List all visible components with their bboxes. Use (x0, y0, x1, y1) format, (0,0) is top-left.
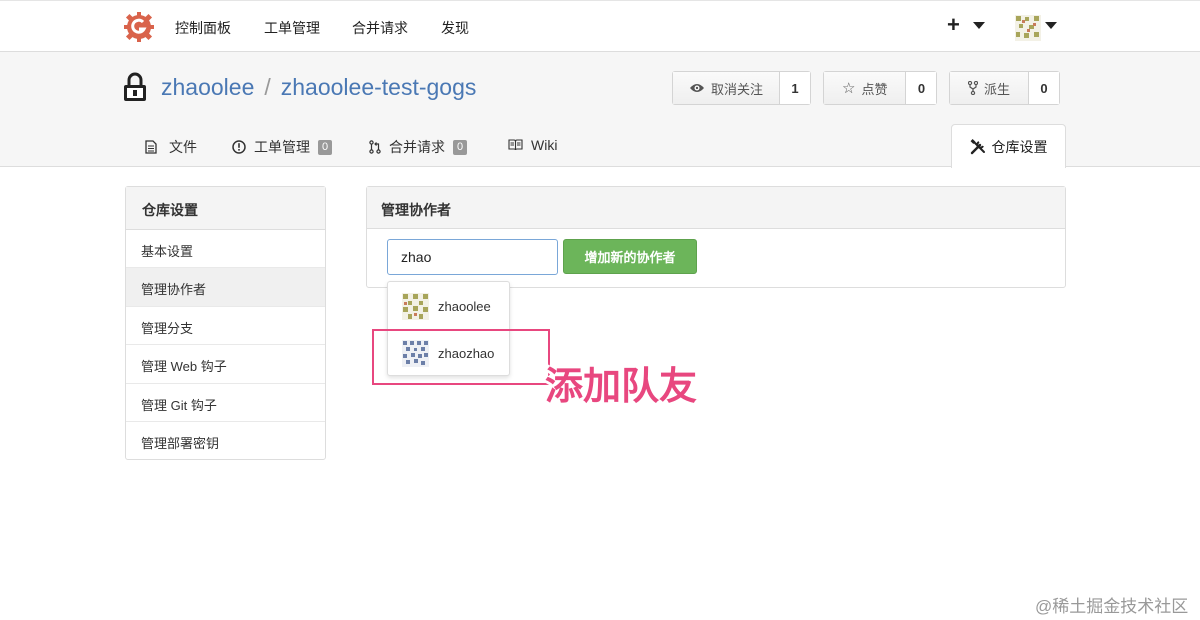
add-collaborator-button[interactable]: 增加新的协作者 (563, 239, 697, 274)
tab-files-label: 文件 (169, 139, 197, 155)
pulls-count-badge: 0 (453, 139, 468, 155)
pull-request-icon (369, 140, 381, 154)
tab-pulls-label: 合并请求 (389, 139, 445, 155)
eye-icon (690, 84, 704, 92)
fork-icon (968, 81, 978, 95)
settings-sidebar: 仓库设置 基本设置 管理协作者 管理分支 管理 Web 钩子 管理 Git 钩子… (125, 186, 326, 460)
unwatch-button[interactable]: 取消关注 (673, 72, 781, 104)
tab-wiki[interactable]: Wiki (508, 137, 557, 153)
star-button[interactable]: ☆ 点赞 (824, 72, 907, 104)
tab-files[interactable]: 文件 (145, 137, 197, 157)
tab-settings[interactable]: 仓库设置 (951, 124, 1066, 168)
nav-explore[interactable]: 发现 (441, 18, 469, 38)
collaborator-search-input[interactable] (387, 239, 558, 275)
lock-icon (124, 72, 146, 101)
tab-issues-label: 工单管理 (254, 139, 310, 155)
annotation-label: 添加队友 (545, 364, 698, 408)
tools-icon (970, 138, 985, 154)
star-icon: ☆ (842, 80, 856, 97)
fork-label: 派生 (984, 81, 1011, 97)
watch-count[interactable]: 1 (780, 72, 811, 104)
suggestion-avatar (402, 292, 429, 320)
tab-settings-label: 仓库设置 (991, 138, 1048, 155)
repo-title: zhaoolee / zhaoolee-test-gogs (161, 74, 476, 101)
create-caret-icon[interactable] (973, 22, 985, 29)
star-button-group: ☆ 点赞 0 (823, 71, 938, 105)
create-new-button[interactable]: + (947, 12, 960, 38)
top-navbar: 控制面板 工单管理 合并请求 发现 + (0, 0, 1200, 52)
tab-issues[interactable]: 工单管理 0 (232, 137, 333, 157)
nav-issues[interactable]: 工单管理 (264, 18, 320, 38)
watch-button-group: 取消关注 1 (672, 71, 812, 105)
sidebar-item-deploy-keys[interactable]: 管理部署密钥 (126, 422, 325, 460)
sidebar-item-branches[interactable]: 管理分支 (126, 307, 325, 346)
sidebar-item-collaborators[interactable]: 管理协作者 (126, 268, 325, 307)
book-icon (508, 139, 523, 151)
gogs-logo-icon[interactable] (124, 12, 154, 42)
repo-name-link[interactable]: zhaoolee-test-gogs (281, 74, 477, 100)
nav-dashboard[interactable]: 控制面板 (175, 18, 231, 38)
file-icon (145, 140, 157, 154)
unwatch-label: 取消关注 (711, 81, 764, 97)
fork-count[interactable]: 0 (1029, 72, 1060, 104)
sidebar-item-options[interactable]: 基本设置 (126, 230, 325, 269)
issues-count-badge: 0 (318, 139, 333, 155)
fork-button-group: 派生 0 (949, 71, 1061, 105)
repo-header: zhaoolee / zhaoolee-test-gogs 取消关注 1 ☆ 点赞 … (0, 52, 1200, 168)
star-label: 点赞 (861, 81, 888, 97)
sidebar-item-webhooks[interactable]: 管理 Web 钩子 (126, 345, 325, 384)
watermark: @稀土掘金技术社区 (1035, 597, 1189, 616)
annotation-highlight-box (372, 329, 550, 385)
user-avatar[interactable] (1015, 15, 1041, 41)
sidebar-item-git-hooks[interactable]: 管理 Git 钩子 (126, 384, 325, 422)
fork-button[interactable]: 派生 (950, 72, 1030, 104)
tab-pulls[interactable]: 合并请求 0 (369, 137, 468, 157)
nav-pulls[interactable]: 合并请求 (352, 18, 408, 38)
issue-opened-icon (232, 140, 246, 154)
star-count[interactable]: 0 (906, 72, 937, 104)
panel-title: 管理协作者 (367, 187, 1065, 229)
repo-owner-link[interactable]: zhaoolee (161, 74, 254, 100)
collaborators-panel: 管理协作者 增加新的协作者 (366, 186, 1066, 288)
user-menu-caret-icon[interactable] (1045, 22, 1057, 29)
suggestion-username: zhaoolee (438, 298, 491, 314)
suggestion-item[interactable]: zhaoolee (388, 283, 509, 329)
sidebar-title: 仓库设置 (126, 187, 325, 230)
repo-path-separator: / (264, 74, 271, 100)
tab-wiki-label: Wiki (531, 137, 558, 153)
